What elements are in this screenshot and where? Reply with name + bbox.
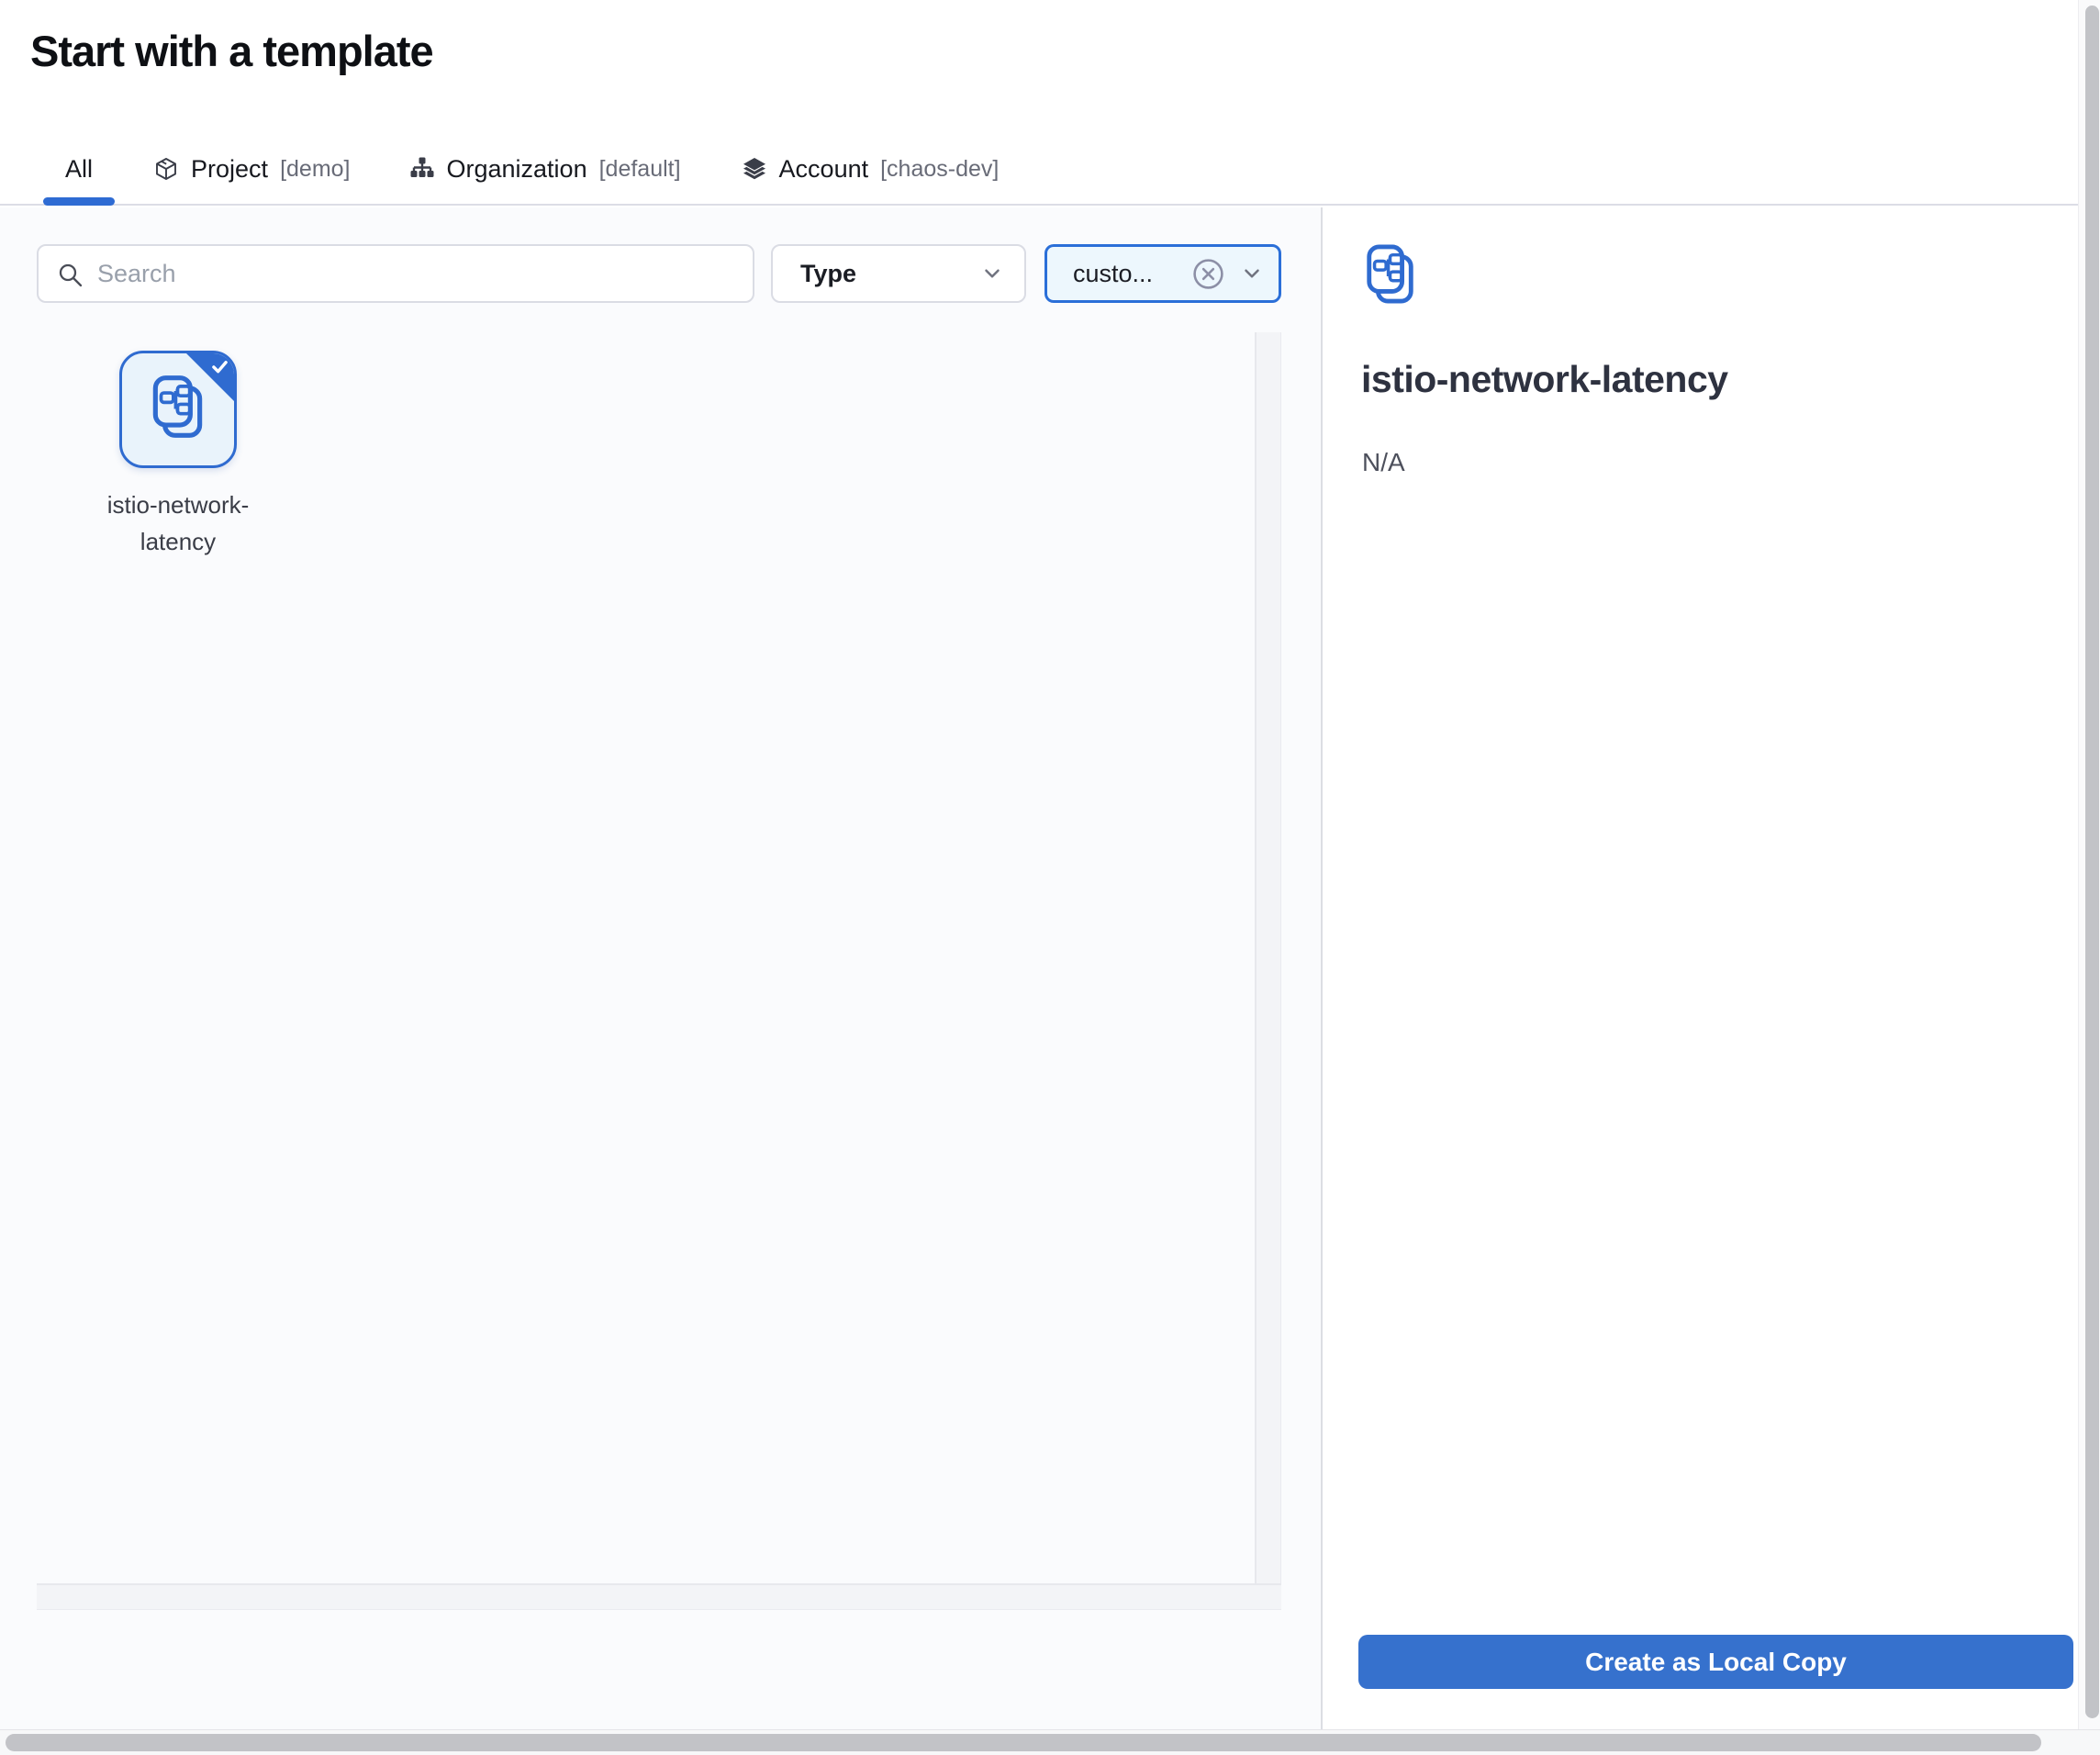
grid-vertical-scrollbar-track[interactable] bbox=[1255, 332, 1281, 1610]
template-details-panel: istio-network-latency N/A Create as Loca… bbox=[1324, 207, 2078, 1729]
template-details-icon bbox=[1362, 242, 1419, 311]
type-filter-dropdown[interactable]: Type bbox=[771, 244, 1026, 303]
tab-project-label: Project bbox=[191, 155, 268, 184]
tab-project[interactable]: Project [demo] bbox=[153, 134, 350, 204]
page-horizontal-scrollbar-thumb[interactable] bbox=[6, 1734, 2041, 1751]
template-card[interactable]: istio-network-latency bbox=[66, 351, 290, 560]
template-card-tile[interactable] bbox=[119, 351, 237, 468]
chevron-down-icon bbox=[1240, 262, 1264, 285]
details-title: istio-network-latency bbox=[1361, 358, 1728, 401]
tag-filter-dropdown[interactable]: custo... bbox=[1044, 244, 1281, 303]
page-title: Start with a template bbox=[30, 26, 433, 76]
scope-tabs: All Project [demo] bbox=[43, 134, 999, 204]
tab-organization-label: Organization bbox=[447, 155, 587, 184]
layers-icon bbox=[742, 156, 767, 182]
template-card-label: istio-network-latency bbox=[82, 486, 274, 560]
check-icon bbox=[210, 359, 229, 374]
grid-horizontal-scrollbar-track[interactable] bbox=[37, 1583, 1281, 1610]
sitemap-icon bbox=[409, 156, 435, 182]
clear-filter-icon[interactable] bbox=[1191, 257, 1225, 291]
tab-project-scope: [demo] bbox=[280, 156, 350, 183]
tab-account[interactable]: Account [chaos-dev] bbox=[742, 134, 1000, 204]
tag-filter-value: custo... bbox=[1073, 260, 1191, 288]
start-with-template-dialog: Start with a template All Project [demo] bbox=[0, 0, 2100, 1755]
template-icon bbox=[148, 374, 208, 446]
chevron-down-icon bbox=[980, 262, 1004, 285]
cube-icon bbox=[153, 156, 179, 182]
tab-organization[interactable]: Organization [default] bbox=[409, 134, 681, 204]
search-input[interactable] bbox=[97, 246, 740, 301]
tab-organization-scope: [default] bbox=[599, 156, 681, 183]
create-local-copy-button[interactable]: Create as Local Copy bbox=[1358, 1635, 2073, 1689]
dialog-header: Start with a template All Project [demo] bbox=[0, 0, 2078, 206]
page-horizontal-scrollbar bbox=[0, 1729, 2100, 1755]
tab-all-label: All bbox=[65, 155, 93, 184]
active-tab-indicator bbox=[43, 197, 115, 206]
create-local-copy-label: Create as Local Copy bbox=[1585, 1648, 1847, 1677]
template-grid: istio-network-latency bbox=[37, 332, 1281, 1610]
tab-account-scope: [chaos-dev] bbox=[880, 156, 999, 183]
type-filter-label: Type bbox=[800, 260, 980, 288]
page-vertical-scrollbar-thumb[interactable] bbox=[2085, 6, 2099, 1718]
tab-all[interactable]: All bbox=[43, 134, 115, 204]
search-box bbox=[37, 244, 754, 303]
tab-account-label: Account bbox=[779, 155, 869, 184]
details-description: N/A bbox=[1362, 448, 1405, 477]
search-icon bbox=[57, 262, 84, 289]
template-browser-panel: Type custo... bbox=[0, 207, 1323, 1729]
page-vertical-scrollbar bbox=[2078, 0, 2100, 1729]
